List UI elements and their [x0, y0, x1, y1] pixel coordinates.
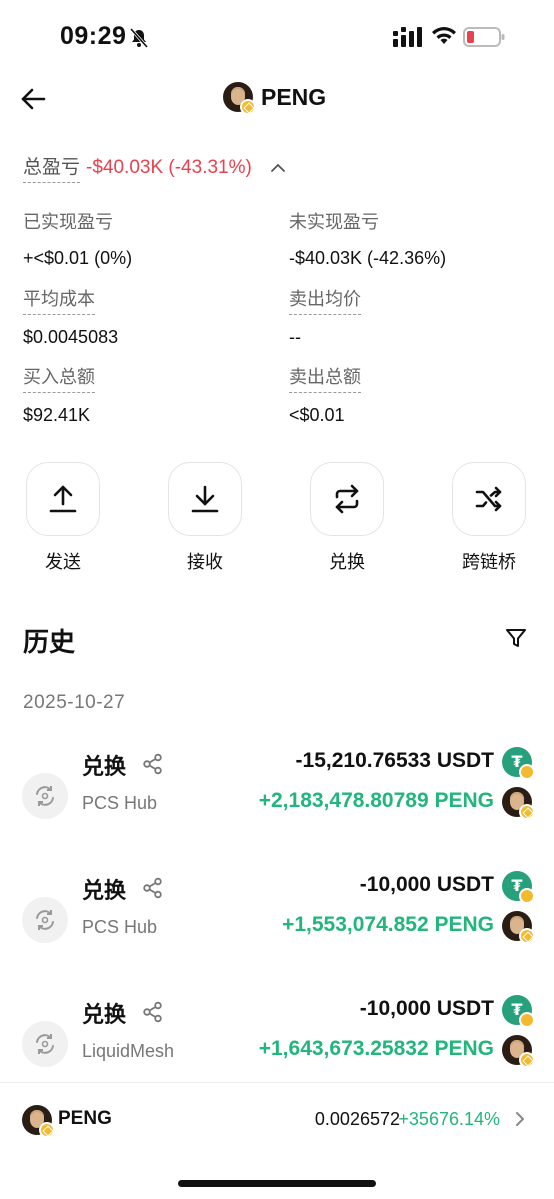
- top-nav: PENG: [0, 76, 554, 122]
- tx-in-amount: +1,643,673.25832 PENG: [258, 1037, 494, 1060]
- history-date: 2025-10-27: [23, 692, 126, 713]
- tx-in-amount: +1,553,074.852 PENG: [282, 913, 494, 936]
- receive-label: 接收: [187, 552, 223, 572]
- page-title: PENG: [261, 83, 327, 110]
- share-icon[interactable]: [142, 877, 164, 899]
- tx-source: PCS Hub: [82, 917, 158, 937]
- stat-avg-sell-value: --: [289, 327, 301, 347]
- swap-circle-icon: [22, 897, 68, 943]
- chevron-up-icon[interactable]: [270, 163, 286, 173]
- tx-source: LiquidMesh: [82, 1041, 175, 1061]
- token-price: 0.0026572: [314, 1109, 400, 1129]
- bridge-button[interactable]: 跨链桥: [452, 462, 526, 574]
- arrow-left-icon[interactable]: [20, 86, 46, 112]
- stat-realized-value: +<$0.01 (0%): [23, 248, 133, 268]
- stat-avg-sell: 卖出均价 --: [289, 285, 361, 348]
- stat-total-buy-label[interactable]: 买入总额: [23, 363, 95, 393]
- swap-circle-icon: [22, 1021, 68, 1067]
- total-pnl-label: 总盈亏: [23, 152, 81, 183]
- stat-avg-cost-label[interactable]: 平均成本: [23, 285, 95, 315]
- stat-avg-cost: 平均成本 $0.0045083: [23, 285, 118, 348]
- stat-total-sell-value: <$0.01: [289, 405, 345, 425]
- home-indicator[interactable]: [178, 1180, 376, 1187]
- stat-total-sell-label[interactable]: 卖出总额: [289, 363, 361, 393]
- stat-unrealized: 未实现盈亏 -$40.03K (-42.36%): [289, 208, 446, 269]
- receive-button[interactable]: 接收: [168, 462, 242, 574]
- stat-total-buy-value: $92.41K: [23, 405, 91, 425]
- stat-total-buy: 买入总额 $92.41K: [23, 363, 95, 426]
- stat-avg-cost-value: $0.0045083: [23, 327, 119, 347]
- wifi-icon: [432, 27, 456, 44]
- stat-total-sell: 卖出总额 <$0.01: [289, 363, 361, 426]
- bridge-label: 跨链桥: [462, 552, 516, 572]
- swap-label: 兑换: [329, 552, 365, 572]
- share-icon[interactable]: [142, 753, 164, 775]
- status-bar: 09:29: [0, 0, 554, 80]
- peng-token-icon: [502, 1035, 535, 1068]
- tx-row[interactable]: 兑换 PCS Hub -10,000 USDT +1,553,074.852 P…: [0, 871, 554, 981]
- tx-row[interactable]: 兑换 PCS Hub -15,210.76533 USDT +2,183,478…: [0, 747, 554, 857]
- stat-realized-label: 已实现盈亏: [23, 212, 113, 232]
- tx-in-amount: +2,183,478.80789 PENG: [258, 789, 494, 812]
- stat-avg-sell-label[interactable]: 卖出均价: [289, 285, 361, 315]
- send-button[interactable]: 发送: [26, 462, 100, 574]
- tx-out-amount: -10,000 USDT: [359, 997, 494, 1020]
- signal-icon: [393, 27, 422, 47]
- total-pnl[interactable]: 总盈亏 -$40.03K (-43.31%): [23, 152, 286, 183]
- tx-type: 兑换: [82, 1002, 127, 1027]
- swap-circle-icon: [22, 773, 68, 819]
- swap-button[interactable]: 兑换: [310, 462, 384, 574]
- upload-icon: [49, 485, 77, 513]
- bridge-shuffle-icon: [475, 486, 502, 512]
- stat-realized: 已实现盈亏 +<$0.01 (0%): [23, 208, 132, 269]
- bridge-button-tile[interactable]: [452, 462, 526, 536]
- share-icon[interactable]: [142, 1001, 164, 1023]
- total-pnl-value: -$40.03K (-43.31%): [86, 156, 252, 178]
- chevron-right-icon[interactable]: [514, 1110, 526, 1128]
- tx-type: 兑换: [82, 878, 127, 903]
- tx-type: 兑换: [82, 754, 127, 779]
- usdt-token-icon: ₮: [502, 995, 535, 1028]
- status-time: 09:29: [60, 22, 127, 50]
- stat-unrealized-label: 未实现盈亏: [289, 212, 379, 232]
- tx-source: PCS Hub: [82, 793, 158, 813]
- battery-low-icon: [463, 27, 505, 47]
- download-icon: [191, 485, 219, 513]
- bell-muted-icon: [129, 28, 149, 48]
- tx-out-amount: -15,210.76533 USDT: [295, 749, 494, 772]
- tx-out-amount: -10,000 USDT: [359, 873, 494, 896]
- peng-token-icon: [22, 1105, 55, 1138]
- token-price-change: +35676.14%: [398, 1109, 500, 1129]
- swap-icon: [335, 484, 359, 514]
- history-title: 历史: [23, 627, 76, 657]
- usdt-token-icon: ₮: [502, 871, 535, 904]
- send-button-tile[interactable]: [26, 462, 100, 536]
- token-name: PENG: [58, 1108, 112, 1129]
- send-label: 发送: [45, 552, 81, 572]
- peng-token-avatar: [223, 82, 256, 115]
- peng-token-icon: [502, 787, 535, 820]
- token-header: PENG: [223, 82, 327, 115]
- swap-button-tile[interactable]: [310, 462, 384, 536]
- receive-button-tile[interactable]: [168, 462, 242, 536]
- usdt-token-icon: ₮: [502, 747, 535, 780]
- token-price-bar[interactable]: PENG 0.0026572 +35676.14%: [0, 1082, 554, 1199]
- filter-icon[interactable]: [505, 627, 527, 649]
- stat-unrealized-value: -$40.03K (-42.36%): [289, 248, 447, 268]
- peng-token-icon: [502, 911, 535, 944]
